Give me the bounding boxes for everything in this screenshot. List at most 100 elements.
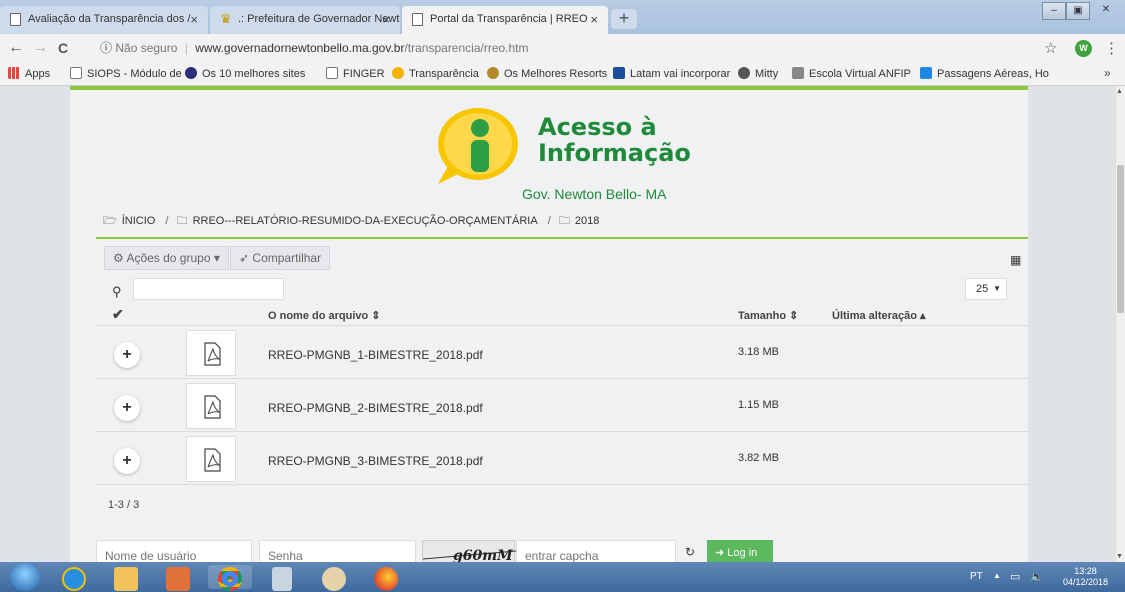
bookmark-resorts[interactable]: Os Melhores Resorts [487, 67, 607, 80]
taskbar-chrome[interactable] [208, 565, 252, 591]
breadcrumb-rreo[interactable]: RREO---RELATÓRIO-RESUMIDO-DA-EXECUÇÃO-OR… [193, 215, 538, 227]
pdf-file-icon[interactable] [186, 330, 236, 376]
reload-button[interactable]: C [58, 40, 68, 56]
url-input[interactable]: ⓘ Não seguro | www.governadornewtonbello… [100, 39, 560, 59]
search-input[interactable] [133, 278, 284, 300]
bookmark-passagens[interactable]: Passagens Aéreas, Ho [920, 67, 1049, 80]
volume-icon[interactable]: 🔈 [1030, 570, 1044, 583]
pdf-file-icon[interactable] [186, 436, 236, 482]
apps-grid-icon [8, 67, 20, 79]
forward-button[interactable]: → [32, 39, 48, 57]
folder-icon [114, 567, 138, 591]
table-row: + RREO-PMGNB_2-BIMESTRE_2018.pdf 1.15 MB [96, 378, 1028, 431]
maximize-button[interactable]: ▣ [1066, 2, 1090, 20]
windows-taskbar: PT ▲ ▭ 🔈 13:28 04/12/2018 [0, 562, 1125, 592]
start-button-icon[interactable] [10, 563, 40, 591]
page-size-select[interactable]: 25 ▼ [965, 278, 1007, 300]
new-tab-button[interactable]: + [611, 9, 637, 29]
bookmark-mitty[interactable]: Mitty [738, 67, 778, 80]
column-header-modified[interactable]: Última alteração ▴ [832, 309, 926, 322]
bookmark-finger[interactable]: FINGER [326, 67, 385, 80]
page-scrollbar[interactable] [1115, 86, 1125, 562]
bookmark-latam[interactable]: Latam vai incorporar [613, 67, 730, 80]
refresh-captcha-icon[interactable]: ↻ [685, 545, 695, 559]
tab-strip: Avaliação da Transparência dos / × ♛ .: … [0, 0, 1125, 34]
close-window-button[interactable]: ✕ [1094, 2, 1118, 20]
folder-icon: 🗀 [558, 215, 570, 227]
language-indicator[interactable]: PT [970, 571, 983, 582]
info-badge-icon [392, 67, 404, 79]
taskbar-calculator[interactable] [260, 565, 304, 591]
file-name[interactable]: RREO-PMGNB_1-BIMESTRE_2018.pdf [268, 348, 483, 362]
grid-view-icon[interactable]: ▦ [1010, 253, 1021, 267]
browser-menu-icon[interactable]: ⋮ [1104, 39, 1119, 57]
url-host: www.governadornewtonbello.ma.gov.br [195, 41, 405, 55]
firefox-icon [374, 567, 398, 591]
captcha-image: g60mM [422, 540, 517, 562]
table-row: + RREO-PMGNB_1-BIMESTRE_2018.pdf 3.18 MB [96, 325, 1028, 378]
table-row: + RREO-PMGNB_3-BIMESTRE_2018.pdf 3.82 MB [96, 431, 1028, 484]
folder-open-icon: 🗁 [103, 215, 117, 227]
bookmarks-more-button[interactable]: » [1104, 66, 1111, 80]
breadcrumb-home[interactable]: ÍNICIO [122, 215, 156, 227]
chrome-icon [218, 567, 242, 591]
taskbar-paint[interactable] [312, 565, 356, 591]
taskbar-firefox[interactable] [364, 565, 408, 591]
page-viewport: Acesso à Informação Gov. Newton Bello- M… [0, 86, 1115, 562]
captcha-input[interactable] [516, 540, 676, 562]
scroll-up-icon[interactable]: ▲ [1116, 88, 1123, 95]
tab-portal-transparencia[interactable]: Portal da Transparência | RREO × [402, 6, 608, 34]
school-icon [792, 67, 804, 79]
news-icon [613, 67, 625, 79]
expand-row-button[interactable]: + [114, 448, 140, 474]
tab-prefeitura[interactable]: ♛ .: Prefeitura de Governador Newt × [210, 6, 400, 34]
expand-row-button[interactable]: + [114, 395, 140, 421]
bookmark-transparencia[interactable]: Transparência [392, 67, 479, 80]
column-header-size[interactable]: Tamanho ⇕ [738, 309, 798, 322]
bookmark-10-melhores[interactable]: Os 10 melhores sites [185, 67, 305, 80]
taskbar-explorer[interactable] [104, 565, 148, 591]
group-actions-button[interactable]: ⚙ Ações do grupo ▾ [104, 246, 229, 270]
bookmark-siops[interactable]: SIOPS - Módulo de C [70, 67, 193, 80]
internet-explorer-icon [62, 567, 86, 591]
pdf-file-icon[interactable] [186, 383, 236, 429]
select-all-checkmark-icon[interactable]: ✔ [112, 306, 124, 323]
gear-icon: ⚙ [113, 251, 124, 265]
tab-avaliacao[interactable]: Avaliação da Transparência dos / × [0, 6, 208, 34]
info-icon[interactable]: ⓘ [100, 41, 112, 55]
column-header-name[interactable]: O nome do arquivo ⇕ [268, 309, 381, 322]
close-tab-icon[interactable]: × [590, 12, 598, 27]
network-icon[interactable]: ▭ [1010, 570, 1020, 583]
show-hidden-icons-icon[interactable]: ▲ [993, 571, 1001, 580]
sign-in-icon: ➜ [715, 547, 725, 559]
coat-of-arms-icon: ♛ [220, 11, 232, 26]
login-button[interactable]: ➜ Log in [707, 540, 773, 562]
share-button[interactable]: ➶ Compartilhar [230, 246, 331, 270]
taskbar-clock[interactable]: 13:28 04/12/2018 [1063, 566, 1108, 588]
taskbar-outlook[interactable] [156, 565, 200, 591]
file-name[interactable]: RREO-PMGNB_2-BIMESTRE_2018.pdf [268, 401, 483, 415]
minimize-button[interactable]: – [1042, 2, 1066, 20]
svg-text:g60mM: g60mM [453, 548, 513, 562]
username-input[interactable] [96, 540, 252, 562]
expand-row-button[interactable]: + [114, 342, 140, 368]
taskbar-internet-explorer[interactable] [52, 565, 96, 591]
file-size: 1.15 MB [738, 399, 779, 411]
security-label: Não seguro [115, 41, 178, 55]
profile-avatar[interactable]: W [1075, 40, 1092, 57]
bookmark-anfip[interactable]: Escola Virtual ANFIP [792, 67, 911, 80]
bookmark-apps[interactable]: Apps [8, 67, 50, 80]
breadcrumb-2018[interactable]: 2018 [575, 215, 599, 227]
logo-title: Acesso à Informação [538, 113, 691, 167]
scrollbar-thumb[interactable] [1117, 165, 1124, 313]
file-name[interactable]: RREO-PMGNB_3-BIMESTRE_2018.pdf [268, 454, 483, 468]
bookmark-star-icon[interactable]: ☆ [1044, 39, 1057, 57]
back-button[interactable]: ← [8, 39, 24, 57]
close-tab-icon[interactable]: × [382, 12, 390, 27]
close-tab-icon[interactable]: × [190, 12, 198, 27]
page-icon [10, 13, 21, 26]
password-input[interactable] [259, 540, 416, 562]
page-icon [326, 67, 338, 79]
send-icon: ➶ [239, 251, 250, 265]
scroll-down-icon[interactable]: ▼ [1116, 553, 1123, 560]
